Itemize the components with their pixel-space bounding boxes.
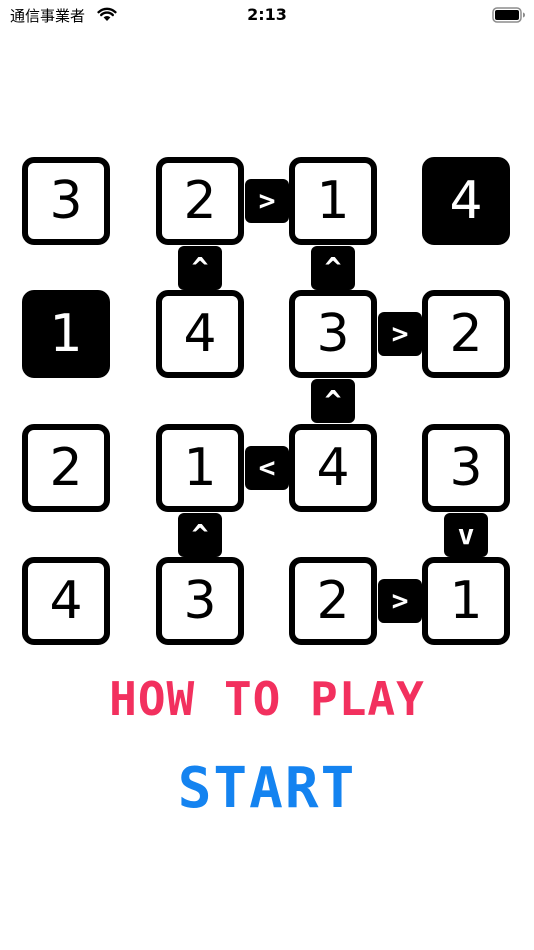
board-cell[interactable]: 1 [422, 557, 510, 645]
board-cell[interactable]: 2 [422, 290, 510, 378]
board-cell[interactable]: 1 [289, 157, 377, 245]
inequality-sign: < [245, 446, 289, 490]
inequality-sign: ^ [178, 246, 222, 290]
board-cell[interactable]: 2 [22, 424, 110, 512]
inequality-sign: ^ [311, 379, 355, 423]
board-cell[interactable]: 4 [289, 424, 377, 512]
fixed-cell: 1 [22, 290, 110, 378]
board-cell[interactable]: 3 [22, 157, 110, 245]
inequality-sign: > [378, 312, 422, 356]
inequality-sign: > [378, 579, 422, 623]
board-cell[interactable]: 2 [156, 157, 244, 245]
board-cell[interactable]: 4 [156, 290, 244, 378]
start-button[interactable]: START [0, 756, 534, 821]
board-cell[interactable]: 1 [156, 424, 244, 512]
board-cell[interactable]: 3 [156, 557, 244, 645]
how-to-play-button[interactable]: HOW TO PLAY [0, 672, 534, 726]
board-cell[interactable]: 2 [289, 557, 377, 645]
inequality-sign: ^ [178, 513, 222, 557]
inequality-sign: v [444, 513, 488, 557]
board-cell[interactable]: 4 [22, 557, 110, 645]
inequality-sign: ^ [311, 246, 355, 290]
board-cell[interactable]: 3 [422, 424, 510, 512]
inequality-sign: > [245, 179, 289, 223]
fixed-cell: 4 [422, 157, 510, 245]
puzzle-board: 3 2 1 4 1 4 3 2 2 1 4 3 4 3 2 1 > > < > ^ ^ ^ ^ v [0, 0, 534, 660]
board-cell[interactable]: 3 [289, 290, 377, 378]
